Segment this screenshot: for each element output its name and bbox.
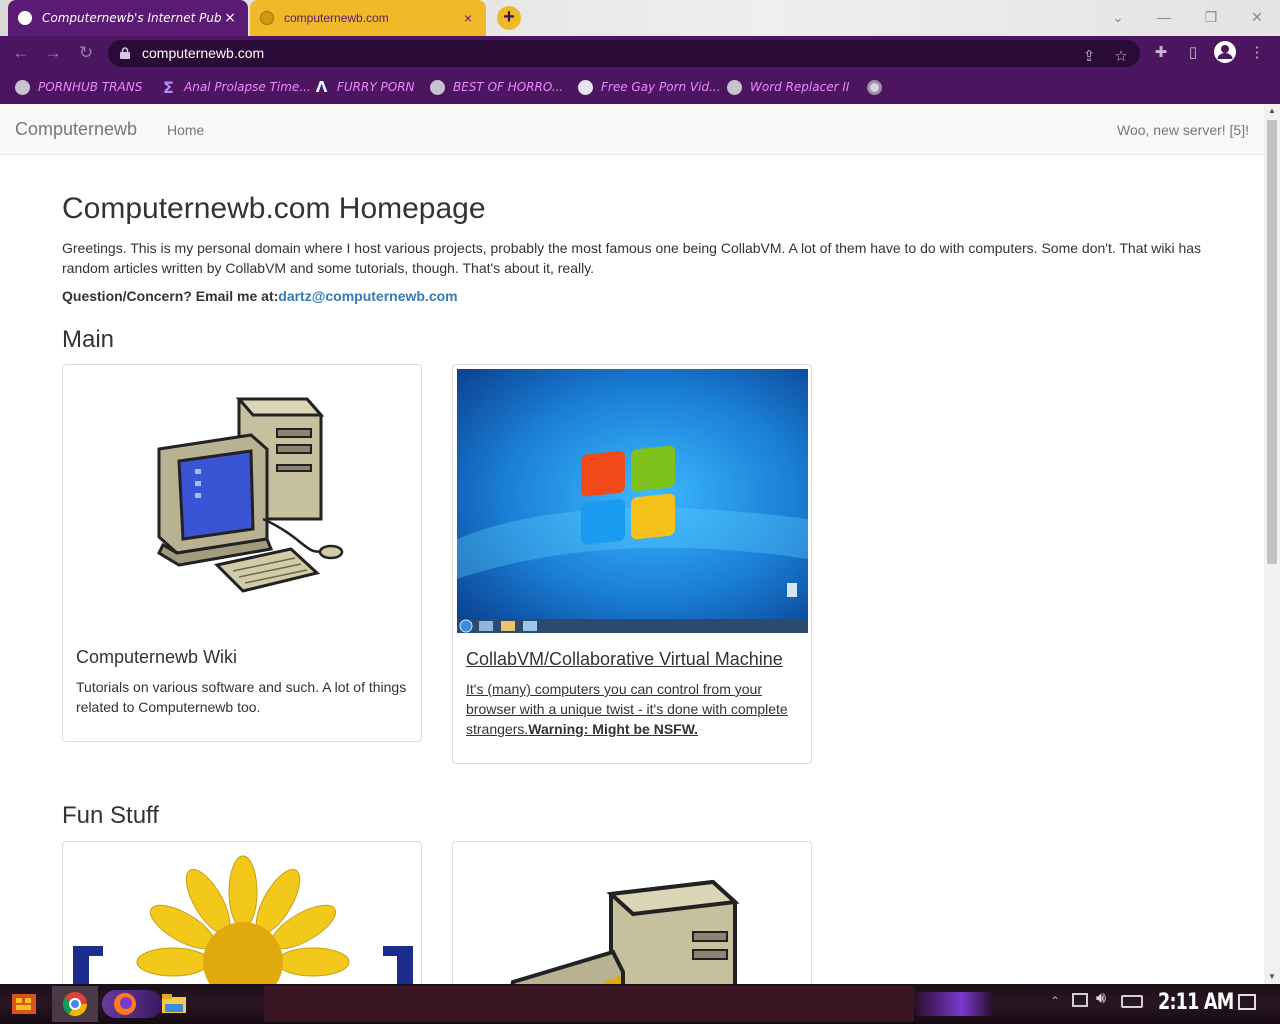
tab-computernewb-com[interactable]: computernewb.com × [250,0,486,36]
file-explorer-icon[interactable] [160,990,188,1018]
reload-icon[interactable]: ↻ [75,42,97,64]
address-bar[interactable]: computernewb.com ⇪ ☆ [108,40,1140,67]
globe-icon [727,79,742,95]
globe-icon [260,11,274,25]
bookmark-label: PORNHUB TRANS [38,80,143,94]
tab-computernewb-pub[interactable]: Computernewb's Internet Pub × [8,0,248,36]
url-text: computernewb.com [142,45,265,61]
minimize-icon[interactable]: — [1150,6,1178,28]
collabvm-card-title[interactable]: CollabVM/Collaborative Virtual Machine [466,649,783,670]
chrome-icon [62,992,87,1017]
computer-icon [157,397,344,593]
bookmark-item[interactable]: BEST OF HORRO... [430,78,563,96]
network-icon[interactable] [1072,993,1088,1007]
firefox-taskbar-button[interactable] [102,990,162,1018]
extensions-icon[interactable]: ✚ [1150,42,1172,64]
keyboard-icon[interactable] [1121,995,1143,1008]
taskbar-decoration [916,992,992,1016]
new-tab-button[interactable]: + [497,6,521,30]
tab-title: computernewb.com [284,11,389,25]
person-icon [1217,45,1233,59]
bookmark-item[interactable]: Word Replacer II [727,78,849,96]
taskbar-band [264,986,914,1022]
start-button-icon[interactable] [10,990,38,1018]
close-tab-icon[interactable]: × [460,10,476,26]
globe-icon [15,79,30,95]
close-window-icon[interactable]: ✕ [1243,6,1271,28]
scroll-down-icon[interactable]: ▼ [1264,970,1280,984]
side-panel-icon[interactable]: ▯ [1182,42,1204,64]
firefox-icon [114,993,136,1015]
collabvm-thumbnail [457,369,808,633]
wiki-card-text: Tutorials on various software and such. … [76,679,407,715]
bookmark-item[interactable]: Λ FURRY PORN [314,78,415,96]
taskbar-clock[interactable]: 2:11 AM [1158,990,1234,1015]
notifications-icon[interactable] [1238,994,1256,1010]
bookmark-label: BEST OF HORRO... [453,80,564,94]
bookmark-item[interactable]: PORNHUB TRANS [15,78,142,96]
skull-icon [578,79,593,95]
skull-icon [18,11,32,25]
bookmark-star-icon[interactable]: ☆ [1110,46,1132,68]
section-heading-main: Main [62,326,115,353]
page-scrollbar[interactable]: ▲ ▼ [1264,104,1280,984]
web-page: Computernewb Home Woo, new server! [5]! … [0,104,1264,984]
chrome-taskbar-button[interactable] [52,986,98,1022]
section-heading-fun: Fun Stuff [62,802,159,829]
bookmark-label: Free Gay Porn Vid... [601,80,721,94]
bookmarks-bar: PORNHUB TRANS Σ Anal Prolapse Time... Λ … [0,70,1280,104]
collabvm-card[interactable]: CollabVM/Collaborative Virtual Machine I… [452,364,812,764]
tab-search-icon[interactable]: ⌄ [1104,6,1132,28]
site-navbar: Computernewb Home Woo, new server! [5]! [0,104,1264,155]
scroll-thumb[interactable] [1267,120,1277,564]
chrome-icon [867,79,882,95]
computer-icon [510,879,740,984]
nav-home-link[interactable]: Home [167,122,204,138]
bookmark-label: Anal Prolapse Time... [184,80,311,94]
lambda-icon: Λ [315,77,328,96]
bookmark-item[interactable] [867,78,890,96]
close-tab-icon[interactable]: × [222,10,238,26]
bookmark-item[interactable]: Σ Anal Prolapse Time... [161,78,311,96]
nav-new-server-link[interactable]: Woo, new server! [5]! [1117,122,1249,138]
scroll-up-icon[interactable]: ▲ [1264,104,1280,118]
tab-title: Computernewb's Internet Pub [42,11,222,25]
contact-line: Question/Concern? Email me at:dartz@comp… [62,288,1212,304]
bookmark-item[interactable]: Free Gay Porn Vid... [578,78,721,96]
wiki-thumbnail [67,369,417,625]
browser-toolbar: ← → ↻ computernewb.com ⇪ ☆ ✚ ▯ ⋮ [0,36,1280,70]
wiki-card[interactable]: Computernewb Wiki Tutorials on various s… [62,364,422,742]
menu-icon[interactable]: ⋮ [1246,42,1268,64]
nsfw-warning: Warning: Might be NSFW. [528,721,699,737]
volume-icon[interactable]: 🔊︎ [1096,990,1106,1008]
page-title: Computernewb.com Homepage [62,192,486,225]
sunflower-image [73,855,413,984]
globe-icon [430,79,445,95]
contact-email-link[interactable]: dartz@computernewb.com [278,288,457,304]
bookmark-label: Word Replacer II [750,80,850,94]
wiki-card-title[interactable]: Computernewb Wiki [76,647,237,668]
restore-icon[interactable]: ❐ [1197,6,1225,28]
tab-strip: Computernewb's Internet Pub × computerne… [0,0,1280,36]
windows-desktop-image [457,369,808,633]
bracket-icon: Σ [163,77,174,97]
main-content: Computernewb.com Homepage Greetings. Thi… [62,192,1212,354]
taskbar: ⌃ 🔊︎ 2:11 AM [0,984,1280,1024]
profile-avatar[interactable] [1214,41,1236,63]
show-hidden-icons-icon[interactable]: ⌃ [1050,994,1060,1008]
intro-paragraph: Greetings. This is my personal domain wh… [62,240,1202,276]
site-brand-link[interactable]: Computernewb [15,119,137,140]
lock-icon [120,47,130,59]
fun-card-1[interactable] [62,841,422,984]
collabvm-card-text: It's (many) computers you can control fr… [466,679,799,739]
back-icon[interactable]: ← [10,42,32,64]
share-icon[interactable]: ⇪ [1078,46,1100,68]
contact-label: Question/Concern? Email me at: [62,288,279,304]
forward-icon[interactable]: → [42,42,64,64]
fun-card-2[interactable] [452,841,812,984]
bookmark-label: FURRY PORN [337,80,415,94]
